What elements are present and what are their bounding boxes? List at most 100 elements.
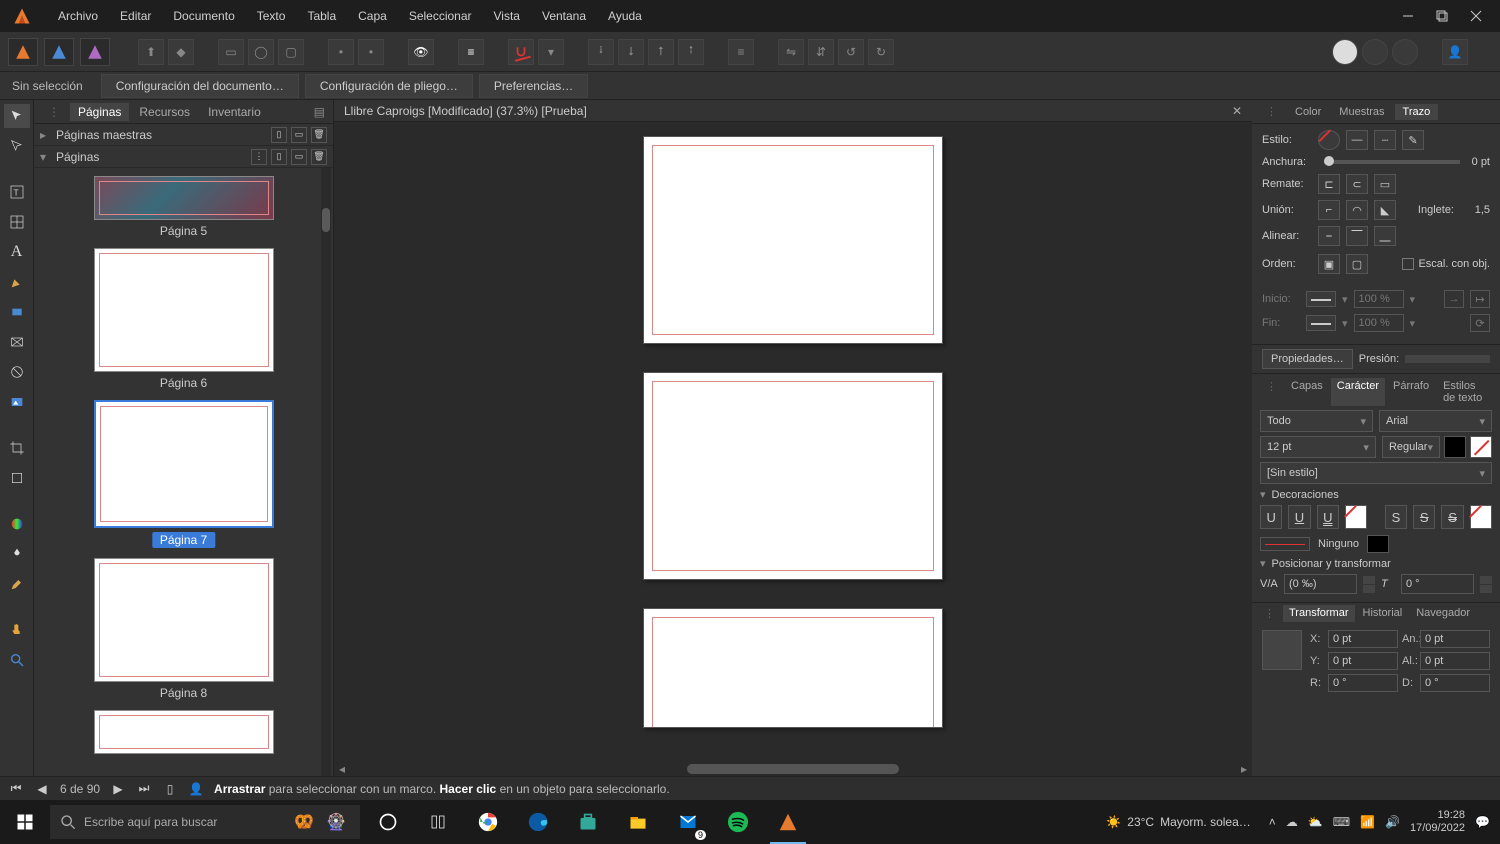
persona-publisher-icon[interactable] <box>8 38 38 66</box>
transform-anchor-grid[interactable] <box>1262 630 1302 670</box>
document-tab[interactable]: Llibre Caproigs [Modificado] (37.3%) [Pr… <box>334 100 1252 122</box>
join-miter-icon[interactable]: ⌐ <box>1318 200 1340 220</box>
th-input[interactable]: 0 pt <box>1420 652 1490 670</box>
strike-color-none-icon[interactable] <box>1470 505 1492 529</box>
align-center-icon[interactable]: ⎯ <box>1318 226 1340 246</box>
toolbar-user-icon[interactable]: 👤 <box>1442 39 1468 65</box>
taskbar-search[interactable]: Escribe aquí para buscar 🥨 🎡 <box>50 805 360 839</box>
miter-value[interactable]: 1,5 <box>1460 204 1490 216</box>
toolbar-rotl-icon[interactable]: ↺ <box>838 39 864 65</box>
arrow-start-in-icon[interactable]: → <box>1444 290 1464 308</box>
page-thumb-5[interactable] <box>94 176 274 220</box>
tray-sound-icon[interactable]: 🔊 <box>1385 815 1400 829</box>
seasonal-icon-2[interactable]: 🎡 <box>322 808 350 836</box>
text-stroke-swatch[interactable] <box>1470 436 1492 458</box>
tab-estilos-texto[interactable]: Estilos de texto <box>1437 378 1492 406</box>
master-double-icon[interactable]: ▭ <box>291 127 307 143</box>
font-size-select[interactable]: 12 pt▾ <box>1260 436 1376 458</box>
scale-with-obj-checkbox[interactable] <box>1402 258 1414 270</box>
kerning-input[interactable]: (0 ‰) <box>1284 574 1357 594</box>
explorer-app[interactable] <box>614 800 662 844</box>
font-weight-select[interactable]: Regular▾ <box>1382 436 1440 458</box>
panel-menu-icon[interactable]: ▤ <box>306 103 333 121</box>
transparency-tool-icon[interactable] <box>4 542 30 566</box>
frame-text-tool-icon[interactable]: T <box>4 180 30 204</box>
menu-editar[interactable]: Editar <box>110 5 161 27</box>
cortana-button[interactable] <box>414 800 462 844</box>
tab-historial[interactable]: Historial <box>1357 605 1409 622</box>
toolbar-flipv-icon[interactable]: ⇵ <box>808 39 834 65</box>
spotify-app[interactable] <box>714 800 762 844</box>
toolbar-shape-ellipse-icon[interactable]: ◯ <box>248 39 274 65</box>
tab-muestras[interactable]: Muestras <box>1331 104 1392 120</box>
arrow-start-pct[interactable]: 100 % <box>1354 290 1404 308</box>
order-front-icon[interactable]: ▢ <box>1346 254 1368 274</box>
page-thumb-9[interactable] <box>94 710 274 754</box>
first-page-button[interactable]: ⏮ <box>8 781 24 797</box>
toolbar-boolean-add-icon[interactable] <box>1332 39 1358 65</box>
preferences-button[interactable]: Preferencias… <box>479 74 588 98</box>
cap-square-icon[interactable]: ▭ <box>1374 174 1396 194</box>
menu-vista[interactable]: Vista <box>484 5 530 27</box>
canvas-page-a[interactable] <box>643 136 943 344</box>
arrow-swap-icon[interactable]: ⟳ <box>1470 314 1490 332</box>
menu-archivo[interactable]: Archivo <box>48 5 108 27</box>
zoom-tool-icon[interactable] <box>4 648 30 672</box>
toolbar-arr-back[interactable]: ⭭ <box>588 39 614 65</box>
menu-ayuda[interactable]: Ayuda <box>598 5 652 27</box>
arrow-start-out-icon[interactable]: ↦ <box>1470 290 1490 308</box>
strike-none-button[interactable]: S <box>1385 505 1407 529</box>
page-double-icon[interactable]: ▭ <box>291 149 307 165</box>
page-single-icon[interactable]: ▯ <box>271 149 287 165</box>
page-thumb-7[interactable] <box>94 400 274 528</box>
picture-frame-tool-icon[interactable] <box>4 330 30 354</box>
tray-chevron-icon[interactable]: ˄ <box>1269 815 1276 829</box>
toolbar-snap-icon[interactable] <box>508 39 534 65</box>
stroke-style-dash-icon[interactable]: ┄ <box>1374 130 1396 150</box>
tab-transformar[interactable]: Transformar <box>1283 605 1355 622</box>
tab-paginas[interactable]: Páginas <box>70 103 129 121</box>
master-single-icon[interactable]: ▯ <box>271 127 287 143</box>
stroke-style-solid-icon[interactable]: — <box>1346 130 1368 150</box>
decorations-header[interactable]: Decoraciones <box>1272 489 1339 501</box>
menu-seleccionar[interactable]: Seleccionar <box>399 5 482 27</box>
store-app[interactable] <box>564 800 612 844</box>
affinity-publisher-app[interactable] <box>764 800 812 844</box>
tray-cloud-icon[interactable]: ☁ <box>1286 815 1298 829</box>
spread-setup-button[interactable]: Configuración de pliego… <box>305 74 473 98</box>
canvas-hscroll[interactable]: ◂▸ <box>334 762 1252 776</box>
toolbar-arr-backone[interactable]: ⭣ <box>618 39 644 65</box>
toolbar-boolean-int-icon[interactable] <box>1392 39 1418 65</box>
color-picker-tool-icon[interactable] <box>4 572 30 596</box>
tray-wifi-icon[interactable]: 📶 <box>1360 815 1375 829</box>
crop-tool-icon[interactable] <box>4 466 30 490</box>
menu-tabla[interactable]: Tabla <box>297 5 346 27</box>
rect-tool-icon[interactable] <box>4 300 30 324</box>
arrow-end-style[interactable] <box>1306 315 1336 331</box>
kerning-spinner[interactable] <box>1363 576 1375 593</box>
art-text-tool-icon[interactable]: A <box>4 240 30 264</box>
tab-color[interactable]: Color <box>1287 104 1329 120</box>
tab-caracter[interactable]: Carácter <box>1331 378 1385 406</box>
tab-capas[interactable]: Capas <box>1285 378 1329 406</box>
text-fill-swatch[interactable] <box>1444 436 1466 458</box>
menu-ventana[interactable]: Ventana <box>532 5 596 27</box>
pages-scrollbar[interactable] <box>321 168 331 776</box>
underline-double-button[interactable]: U <box>1317 505 1339 529</box>
align-outside-icon[interactable]: ⎽ <box>1374 226 1396 246</box>
stroke-properties-button[interactable]: Propiedades… <box>1262 349 1353 369</box>
align-inside-icon[interactable]: ⎺ <box>1346 226 1368 246</box>
shear-spinner[interactable] <box>1480 576 1492 593</box>
toolbar-fliph-icon[interactable]: ⇋ <box>778 39 804 65</box>
edge-app[interactable] <box>514 800 562 844</box>
fill-tool-icon[interactable] <box>4 512 30 536</box>
chrome-app[interactable] <box>464 800 512 844</box>
shear-input[interactable]: 0 ° <box>1401 574 1474 594</box>
strike-double-button[interactable]: S <box>1441 505 1463 529</box>
decor-line-preview[interactable] <box>1260 537 1310 551</box>
cap-round-icon[interactable]: ⊂ <box>1346 174 1368 194</box>
weather-widget[interactable]: ☀️ 23°C Mayorm. solea… <box>1106 815 1250 829</box>
page-trash-icon[interactable]: 🗑 <box>311 149 327 165</box>
hand-tool-icon[interactable] <box>4 618 30 642</box>
canvas-page-b[interactable] <box>643 372 943 580</box>
